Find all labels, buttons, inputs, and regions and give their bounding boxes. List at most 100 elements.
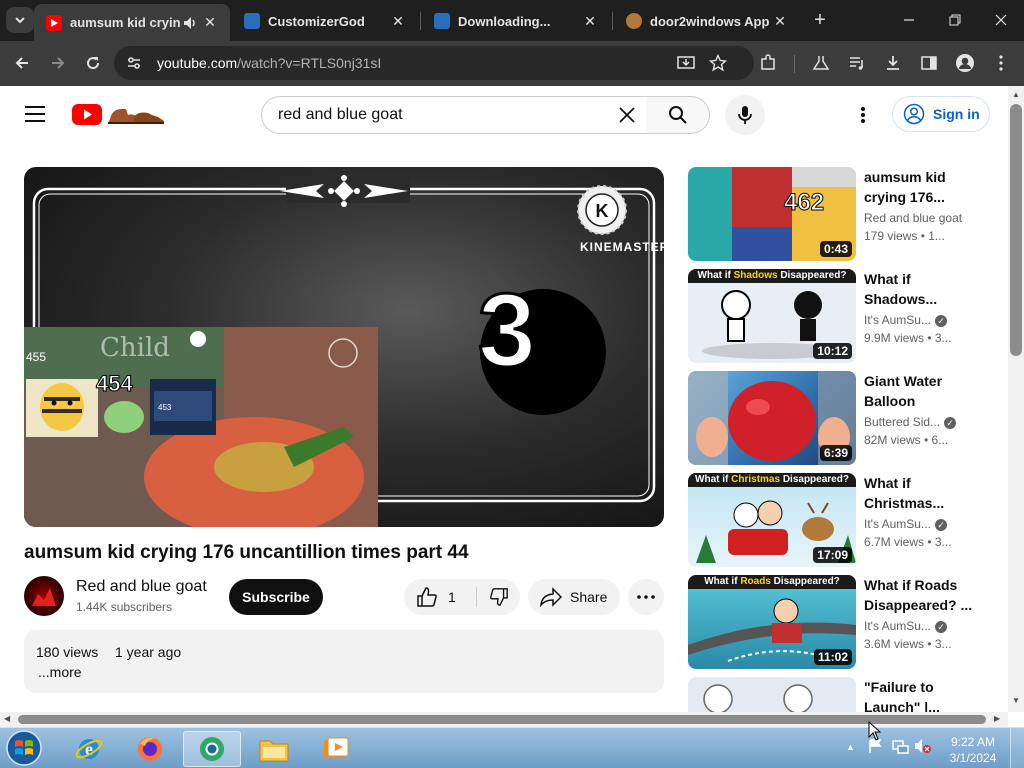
restore-icon	[949, 14, 961, 26]
clear-search-icon[interactable]	[618, 106, 636, 129]
close-tab-icon[interactable]: ✕	[580, 13, 600, 30]
related-channel[interactable]: It's AumSu... ✓	[864, 619, 976, 633]
related-meta: 82M views • 6...	[864, 433, 949, 447]
media-player-taskbar[interactable]	[306, 731, 364, 767]
profile-button[interactable]	[952, 50, 978, 76]
description-box[interactable]: 180 views 1 year ago ...more	[24, 630, 664, 693]
firefox-icon	[138, 737, 162, 761]
scroll-left-arrow-icon[interactable]: ◀	[4, 714, 10, 723]
youtube-logo[interactable]	[72, 103, 168, 132]
video-player[interactable]: K KINEMASTER 3 Child 455 454 453	[24, 167, 664, 527]
search-button[interactable]	[646, 96, 710, 134]
search-box[interactable]	[261, 96, 647, 134]
related-video[interactable]: "Failure to Launch" |...	[688, 677, 988, 712]
tab-door2windows[interactable]: door2windows App B ✕	[614, 4, 800, 38]
action-center-flag-icon[interactable]	[867, 738, 883, 759]
back-button[interactable]	[9, 50, 35, 76]
chrome-menu-button[interactable]	[988, 50, 1014, 76]
tab-aumsum[interactable]: aumsum kid crying ✕	[34, 4, 230, 41]
subscribe-button[interactable]: Subscribe	[229, 579, 323, 615]
video-thumbnail[interactable]: What if Christmas Disappeared? 17:09	[688, 473, 856, 567]
tab-search-button[interactable]	[6, 7, 34, 33]
related-video[interactable]: What if Shadows Disappeared? 10:12 What …	[688, 269, 988, 363]
start-button[interactable]	[4, 729, 48, 767]
tab-title: door2windows App B	[650, 13, 770, 29]
puzzle-icon	[761, 54, 775, 70]
related-channel[interactable]: Buttered Sid... ✓	[864, 415, 976, 429]
vertical-scroll-thumb[interactable]	[1010, 104, 1022, 356]
video-thumbnail[interactable]: What if Roads Disappeared? 11:02	[688, 575, 856, 669]
more-actions-button[interactable]	[628, 579, 664, 615]
related-video[interactable]: What if Roads Disappeared? 11:02 What if…	[688, 575, 988, 669]
settings-more-icon[interactable]	[860, 106, 866, 129]
clock-time: 9:22 AM	[950, 735, 996, 749]
channel-avatar[interactable]	[24, 576, 64, 616]
related-video[interactable]: What if Christmas Disappeared? 17:09 Wha…	[688, 473, 988, 567]
close-tab-icon[interactable]: ✕	[388, 13, 408, 30]
restore-button[interactable]	[932, 0, 978, 40]
bookmark-star-icon[interactable]	[708, 53, 728, 77]
extensions-button[interactable]	[755, 50, 781, 76]
show-hidden-icons-icon[interactable]: ▲	[846, 742, 855, 752]
video-title: aumsum kid crying 176 uncantillion times…	[24, 542, 469, 563]
show-more-link[interactable]: ...more	[38, 664, 82, 680]
related-video[interactable]: 462 0:43 aumsum kid crying 176... Red an…	[688, 167, 988, 261]
video-duration: 10:12	[813, 343, 852, 359]
site-settings-icon[interactable]	[126, 55, 142, 76]
dislike-button[interactable]	[477, 579, 520, 615]
like-button[interactable]: 1	[404, 579, 476, 615]
like-dislike-group: 1	[404, 579, 520, 615]
video-thumbnail[interactable]: 462 0:43	[688, 167, 856, 261]
forward-button[interactable]	[45, 50, 71, 76]
close-tab-icon[interactable]: ✕	[770, 13, 790, 30]
explorer-taskbar[interactable]	[245, 731, 303, 767]
share-button[interactable]: Share	[528, 579, 620, 615]
related-channel[interactable]: It's AumSu... ✓	[864, 313, 976, 327]
speaker-icon[interactable]	[180, 16, 200, 30]
labs-button[interactable]	[808, 50, 834, 76]
horizontal-scrollbar[interactable]: ◀ ▶	[0, 712, 1008, 727]
tab-downloading[interactable]: Downloading... ✕	[422, 4, 610, 38]
internet-explorer-taskbar[interactable]: e	[60, 731, 118, 767]
scroll-down-arrow-icon[interactable]: ▼	[1012, 696, 1020, 705]
close-tab-icon[interactable]: ✕	[200, 14, 220, 31]
volume-muted-icon[interactable]	[914, 738, 932, 759]
firefox-taskbar[interactable]	[121, 731, 179, 767]
voice-search-button[interactable]	[725, 95, 765, 135]
system-clock[interactable]: 9:22 AM 3/1/2024	[940, 734, 1006, 766]
video-duration: 17:09	[813, 547, 852, 563]
horizontal-scroll-thumb[interactable]	[18, 715, 986, 724]
video-thumbnail[interactable]	[688, 677, 856, 712]
search-input[interactable]	[278, 106, 598, 124]
vertical-scrollbar[interactable]: ▲ ▼	[1008, 86, 1024, 712]
downloads-button[interactable]	[880, 50, 906, 76]
related-video[interactable]: 6:39 Giant Water Balloon Buttered Sid...…	[688, 371, 988, 465]
network-icon[interactable]	[891, 738, 909, 759]
side-panel-button[interactable]	[916, 50, 942, 76]
flask-icon	[812, 56, 830, 70]
thumbs-up-icon	[417, 587, 437, 607]
scroll-up-arrow-icon[interactable]: ▲	[1012, 90, 1020, 99]
media-control-button[interactable]	[844, 50, 870, 76]
hamburger-menu-icon[interactable]	[24, 105, 46, 128]
show-desktop-button[interactable]	[1010, 728, 1024, 768]
channel-name[interactable]: Red and blue goat	[76, 578, 207, 596]
scroll-right-arrow-icon[interactable]: ▶	[994, 714, 1000, 723]
install-app-icon[interactable]	[677, 54, 695, 77]
video-thumbnail[interactable]: 6:39	[688, 371, 856, 465]
inset-tiny-counter: 453	[158, 403, 172, 412]
tab-customizergod[interactable]: CustomizerGod ✕	[232, 4, 418, 38]
close-window-button[interactable]	[978, 0, 1024, 40]
video-duration: 0:43	[819, 241, 852, 257]
related-channel[interactable]: Red and blue goat	[864, 211, 976, 225]
related-channel[interactable]: It's AumSu... ✓	[864, 517, 976, 531]
page-icon	[244, 13, 260, 29]
minimize-button[interactable]	[886, 0, 932, 40]
address-bar[interactable]: youtube.com/watch?v=RTLS0nj31sI	[114, 46, 754, 80]
new-tab-button[interactable]: +	[808, 8, 832, 32]
reload-button[interactable]	[80, 50, 106, 76]
video-thumbnail[interactable]: What if Shadows Disappeared? 10:12	[688, 269, 856, 363]
chrome-taskbar[interactable]	[183, 731, 241, 767]
like-count: 1	[448, 589, 456, 605]
sign-in-button[interactable]: Sign in	[892, 96, 990, 132]
